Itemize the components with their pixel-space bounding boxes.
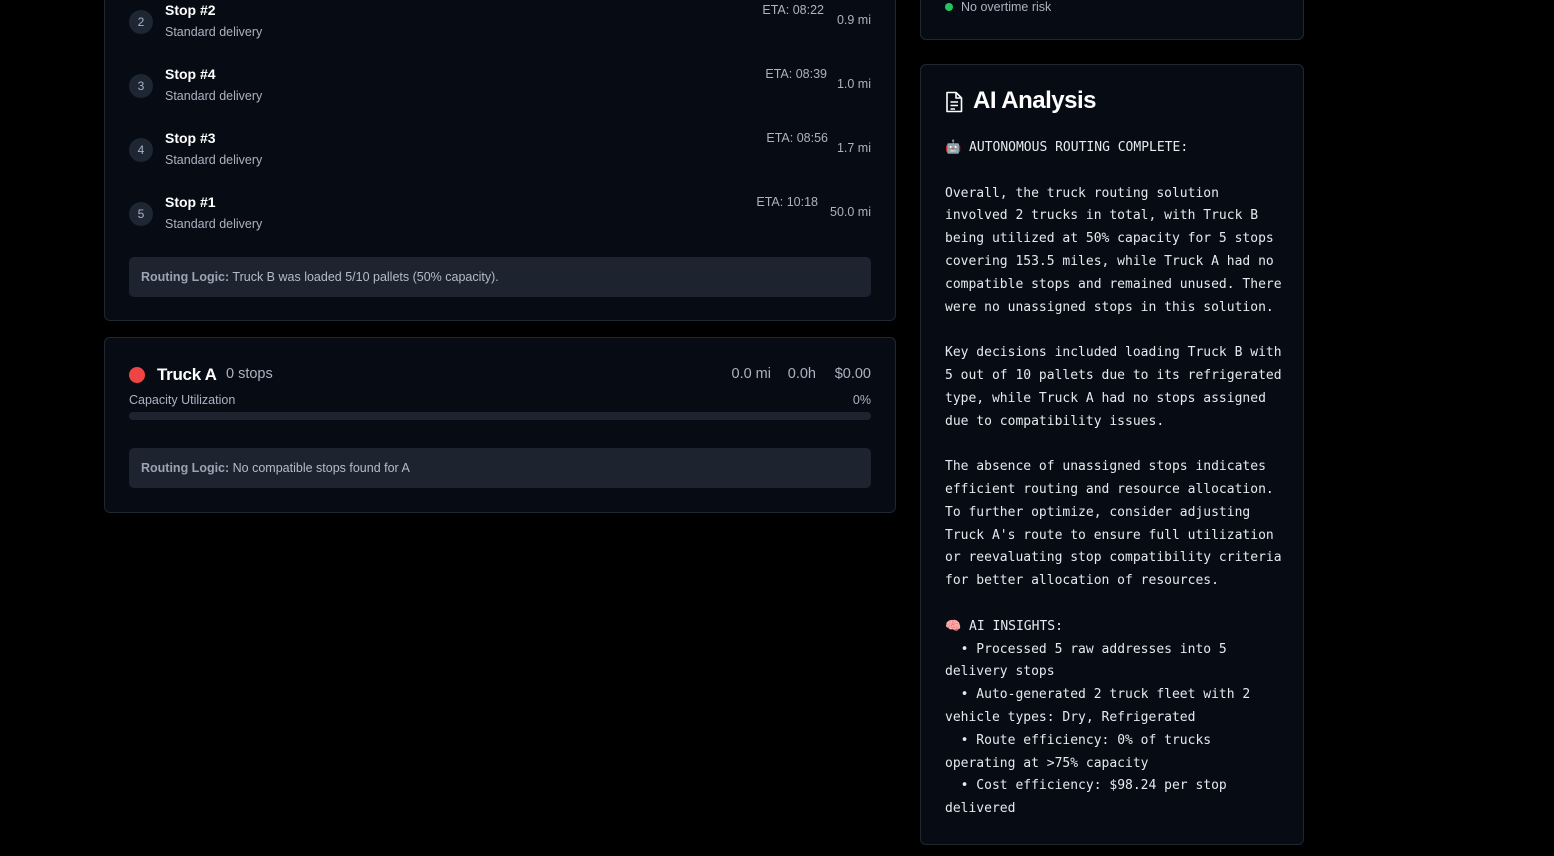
stop-title: Stop #2 — [165, 2, 216, 18]
truck-name: Truck A — [157, 365, 217, 384]
stop-eta: ETA: 08:39 — [765, 67, 827, 81]
stop-distance: 1.0 mi — [836, 77, 871, 91]
ai-analysis-body: 🤖 AUTONOMOUS ROUTING COMPLETE: Overall, … — [945, 140, 1282, 817]
truck-b-card: 2 Stop #2 Standard delivery ETA: 08:22 0… — [104, 0, 896, 321]
stop-type: Standard delivery — [165, 153, 263, 167]
routing-logic-text: Truck B was loaded 5/10 pallets (50% cap… — [232, 270, 499, 284]
ai-analysis-card: AI Analysis 🤖 AUTONOMOUS ROUTING COMPLET… — [920, 64, 1304, 845]
truck-distance: 0.0 mi — [731, 366, 772, 382]
stop-row[interactable]: 2 Stop #2 Standard delivery ETA: 08:22 0… — [129, 2, 871, 52]
stop-eta: ETA: 08:22 — [762, 3, 824, 17]
routing-logic-box: Routing Logic: No compatible stops found… — [129, 448, 871, 488]
stop-type: Standard delivery — [165, 25, 263, 39]
stop-type: Standard delivery — [165, 89, 263, 103]
stop-title: Stop #4 — [165, 66, 216, 82]
routing-logic-label: Routing Logic: — [141, 461, 230, 475]
truck-a-card: Truck A 0 stops 0.0 mi 0.0h $0.00 Capaci… — [104, 337, 896, 513]
capacity-label: Capacity Utilization — [129, 393, 236, 407]
stop-row[interactable]: 3 Stop #4 Standard delivery ETA: 08:39 1… — [129, 66, 871, 116]
routing-logic-text: No compatible stops found for A — [232, 461, 410, 475]
stop-row[interactable]: 4 Stop #3 Standard delivery ETA: 08:56 1… — [129, 130, 871, 180]
stop-sequence-badge: 5 — [129, 202, 153, 226]
truck-cost: $0.00 — [834, 366, 871, 382]
overtime-card: No overtime risk — [920, 0, 1304, 40]
capacity-percent: 0% — [852, 393, 871, 407]
stop-sequence-badge: 4 — [129, 138, 153, 162]
routing-logic-box: Routing Logic: Truck B was loaded 5/10 p… — [129, 257, 871, 297]
truck-hours: 0.0h — [787, 366, 816, 382]
stop-eta: ETA: 10:18 — [756, 195, 818, 209]
routing-logic-label: Routing Logic: — [141, 270, 230, 284]
stop-type: Standard delivery — [165, 217, 263, 231]
truck-color-dot — [129, 367, 145, 383]
stop-distance: 1.7 mi — [836, 141, 871, 155]
overtime-status: No overtime risk — [961, 0, 1052, 14]
stop-sequence-badge: 3 — [129, 74, 153, 98]
capacity-bar — [129, 412, 871, 420]
stop-sequence-badge: 2 — [129, 10, 153, 34]
truck-stop-count: 0 stops — [226, 366, 273, 382]
stop-distance: 50.0 mi — [830, 205, 871, 219]
ai-analysis-title: AI Analysis — [973, 87, 1097, 114]
stop-eta: ETA: 08:56 — [766, 131, 828, 145]
stop-row[interactable]: 5 Stop #1 Standard delivery ETA: 10:18 5… — [129, 194, 871, 244]
stop-title: Stop #1 — [165, 194, 216, 210]
document-icon — [946, 91, 963, 113]
stop-distance: 0.9 mi — [836, 13, 871, 27]
stop-title: Stop #3 — [165, 130, 216, 146]
status-dot — [945, 3, 953, 11]
